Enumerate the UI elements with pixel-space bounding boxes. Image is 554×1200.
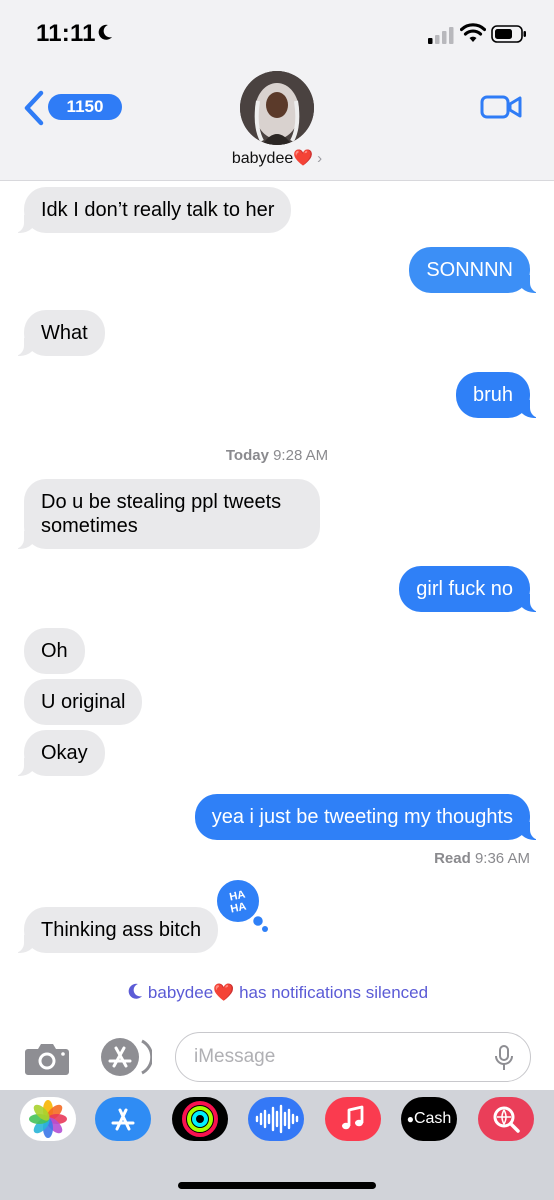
image-search-icon: [493, 1106, 520, 1133]
app-store-drawer-icon[interactable]: [96, 1037, 152, 1077]
message-text: bruh: [472, 384, 513, 406]
drawer-app-apple-cash[interactable]: ●Cash: [401, 1097, 457, 1141]
read-receipt: Read 9:36 AM: [434, 850, 530, 867]
haha-tapback-icon[interactable]: HA HA: [214, 877, 270, 933]
message-incoming[interactable]: Thinking ass bitch: [13, 907, 219, 953]
status-time: 11:11: [36, 20, 96, 47]
audio-wave-icon: [255, 1104, 299, 1134]
unread-count-badge: 1150: [48, 94, 122, 120]
contact-name-text: babydee: [231, 150, 294, 167]
read-label: Read: [434, 850, 471, 867]
drawer-app-music[interactable]: [325, 1097, 381, 1141]
apple-cash-icon: ●Cash: [407, 1110, 452, 1128]
drawer-app-fitness[interactable]: [172, 1097, 228, 1141]
conversation-header: 11:11 1150 babydee❤️ ›: [0, 0, 554, 181]
silenced-text: has notifications silenced: [239, 983, 429, 1002]
home-indicator[interactable]: [178, 1182, 376, 1189]
message-incoming[interactable]: Idk I don’t really talk to her: [13, 187, 292, 233]
message-incoming[interactable]: Do u be stealing ppl tweets sometimes: [14, 479, 320, 549]
message-text: girl fuck no: [416, 578, 513, 600]
app-store-icon: [111, 1108, 135, 1131]
apple-cash-label: Cash: [413, 1110, 452, 1127]
timestamp-time: 9:28 AM: [273, 447, 329, 464]
message-text: What: [41, 322, 88, 344]
heart-emoji: ❤️: [213, 983, 235, 1002]
message-outgoing[interactable]: SONNNN: [409, 247, 540, 293]
heart-emoji: ❤️: [293, 150, 314, 167]
message-text: SONNNN: [426, 259, 513, 281]
message-incoming[interactable]: What: [14, 310, 105, 356]
drawer-app-audio[interactable]: [248, 1097, 304, 1141]
conversation-timestamp: Today 9:28 AM: [0, 447, 554, 464]
message-text-line: sometimes: [41, 515, 138, 537]
battery-icon: [491, 25, 526, 43]
message-text-line: Do u be stealing ppl tweets: [41, 491, 282, 513]
drawer-app-photos[interactable]: [20, 1097, 76, 1141]
message-incoming[interactable]: U original: [24, 679, 143, 725]
back-button[interactable]: 1150: [22, 88, 122, 128]
message-input[interactable]: [194, 1043, 484, 1071]
message-text: Okay: [41, 742, 88, 764]
message-outgoing[interactable]: bruh: [455, 372, 541, 418]
focus-moon-icon: [98, 24, 112, 40]
timestamp-day: Today: [225, 447, 269, 464]
cellular-signal-icon: [428, 27, 454, 44]
notifications-silenced-notice: babydee❤️ has notifications silenced: [0, 982, 554, 1003]
contact-avatar[interactable]: [240, 71, 314, 145]
message-input-field[interactable]: [175, 1032, 531, 1082]
read-time: 9:36 AM: [474, 850, 530, 867]
apple-logo-icon: ●: [406, 1112, 414, 1126]
facetime-video-icon[interactable]: [480, 93, 522, 121]
message-incoming[interactable]: Oh: [24, 628, 85, 674]
drawer-app-app-store[interactable]: [95, 1097, 151, 1141]
message-text: Oh: [41, 640, 68, 662]
music-note-icon: [342, 1105, 364, 1130]
microphone-icon[interactable]: [494, 1045, 514, 1071]
camera-icon[interactable]: [24, 1040, 70, 1076]
moon-icon: [128, 983, 142, 999]
message-text: Idk I don’t really talk to her: [41, 199, 275, 221]
chevron-left-icon: [24, 90, 44, 126]
drawer-app-image-search[interactable]: [478, 1097, 534, 1141]
wifi-icon: [460, 23, 486, 42]
message-text: U original: [41, 691, 126, 713]
message-outgoing[interactable]: girl fuck no: [399, 566, 540, 612]
chevron-right-icon: ›: [317, 150, 323, 167]
message-outgoing[interactable]: yea i just be tweeting my thoughts: [194, 794, 541, 840]
silenced-contact-name: babydee: [147, 983, 214, 1002]
activity-rings-icon: [182, 1101, 218, 1137]
avatar-photo: [240, 71, 314, 145]
message-incoming[interactable]: Okay: [14, 730, 105, 776]
message-text: yea i just be tweeting my thoughts: [211, 806, 513, 828]
message-text: Thinking ass bitch: [41, 919, 202, 941]
photos-icon: [29, 1100, 67, 1138]
contact-name[interactable]: babydee❤️ ›: [0, 148, 554, 168]
